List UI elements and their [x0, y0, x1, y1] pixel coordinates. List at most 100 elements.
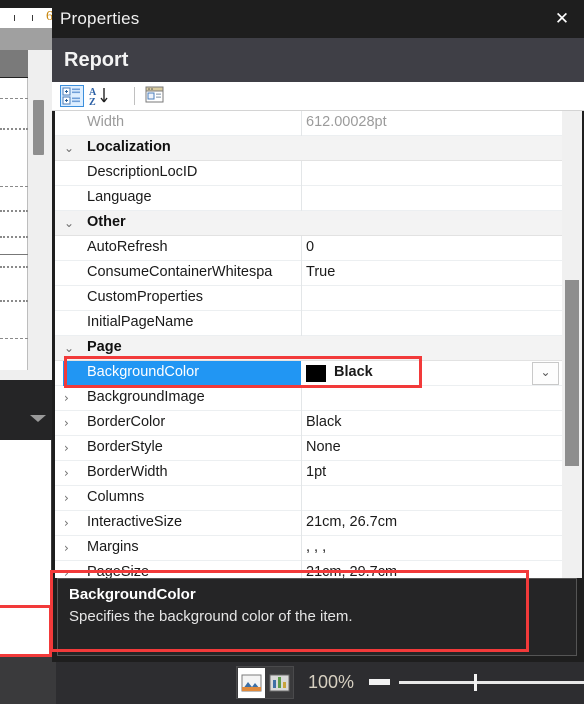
property-name: Other	[87, 214, 126, 230]
property-row[interactable]: InitialPageName	[55, 311, 565, 336]
property-category-row[interactable]: ⌄ Other	[55, 211, 565, 236]
column-divider[interactable]	[301, 386, 302, 411]
column-divider[interactable]	[301, 461, 302, 486]
column-divider[interactable]	[301, 486, 302, 511]
column-divider[interactable]	[301, 561, 302, 578]
property-category-row[interactable]: ⌄ Localization	[55, 136, 565, 161]
property-value[interactable]: 1pt	[306, 464, 556, 480]
column-divider[interactable]	[301, 286, 302, 311]
expand-icon[interactable]: ›	[64, 441, 69, 456]
layout-guide	[0, 254, 28, 255]
report-designer-canvas: 6	[0, 0, 56, 704]
property-value[interactable]: 0	[306, 239, 556, 255]
close-icon[interactable]: ✕	[550, 8, 574, 30]
ruler-tick	[14, 15, 15, 21]
horizontal-ruler: 6	[0, 8, 56, 28]
print-layout-view-icon[interactable]	[238, 668, 265, 698]
column-divider[interactable]	[301, 511, 302, 536]
layout-guide	[0, 98, 28, 99]
zoom-slider-handle[interactable]	[474, 674, 477, 691]
designer-lower-pane	[0, 440, 52, 656]
panel-titlebar: Properties ✕	[52, 0, 584, 38]
property-name: BackgroundImage	[87, 389, 205, 405]
property-category-row[interactable]: ⌄ Page	[55, 336, 565, 361]
app-root: 6 Properties ✕ Report A Z Width 612.0002…	[0, 0, 584, 704]
property-name: Columns	[87, 489, 145, 505]
description-title: BackgroundColor	[69, 586, 196, 603]
property-row[interactable]: BackgroundColor Black ⌄	[55, 361, 565, 386]
canvas-scrollbar-thumb[interactable]	[33, 100, 44, 155]
report-page	[0, 50, 28, 370]
selected-object-header: Report	[52, 38, 584, 82]
collapse-icon[interactable]: ⌄	[64, 141, 74, 156]
properties-panel: Properties ✕ Report A Z Width 612.00028p…	[52, 0, 584, 662]
property-pages-icon[interactable]	[144, 85, 168, 107]
value-dropdown-button[interactable]: ⌄	[532, 362, 559, 385]
ruler-tick	[32, 15, 33, 21]
property-value[interactable]: None	[306, 439, 556, 455]
column-divider[interactable]	[301, 436, 302, 461]
property-row[interactable]: › BorderStyle None	[55, 436, 565, 461]
expand-icon[interactable]: ›	[64, 516, 69, 531]
properties-toolbar: A Z	[52, 82, 584, 111]
column-divider[interactable]	[301, 236, 302, 261]
property-value[interactable]: True	[306, 264, 556, 280]
report-data-view-icon[interactable]	[266, 668, 293, 698]
property-row[interactable]: DescriptionLocID	[55, 161, 565, 186]
property-row[interactable]: Language	[55, 186, 565, 211]
collapse-icon[interactable]: ⌄	[64, 216, 74, 231]
expand-icon[interactable]: ›	[64, 416, 69, 431]
property-name: BackgroundColor	[87, 364, 200, 380]
column-divider[interactable]	[301, 161, 302, 186]
column-divider[interactable]	[301, 261, 302, 286]
property-value[interactable]: 21cm, 26.7cm	[306, 514, 556, 530]
property-name: AutoRefresh	[87, 239, 168, 255]
zoom-slider-track[interactable]	[399, 681, 584, 684]
property-name: InitialPageName	[87, 314, 194, 330]
chevron-down-icon[interactable]	[30, 415, 46, 422]
property-row[interactable]: › Columns	[55, 486, 565, 511]
property-name: BorderWidth	[87, 464, 168, 480]
expand-icon[interactable]: ›	[64, 466, 69, 481]
description-pane: BackgroundColor Specifies the background…	[57, 578, 577, 656]
expand-icon[interactable]: ›	[64, 541, 69, 556]
report-header-band	[0, 50, 28, 78]
property-row[interactable]: › Margins , , ,	[55, 536, 565, 561]
expand-icon[interactable]: ›	[64, 566, 69, 578]
column-divider[interactable]	[301, 411, 302, 436]
property-row[interactable]: ConsumeContainerWhitespa True	[55, 261, 565, 286]
zoom-level-label: 100%	[308, 672, 355, 692]
property-name: DescriptionLocID	[87, 164, 198, 180]
property-name: Localization	[87, 139, 171, 155]
expand-icon[interactable]: ›	[64, 391, 69, 406]
property-grid[interactable]: Width 612.00028pt ⌄ Localization Description…	[52, 111, 584, 578]
column-divider[interactable]	[301, 186, 302, 211]
property-row[interactable]: › InteractiveSize 21cm, 26.7cm	[55, 511, 565, 536]
property-row[interactable]: › BorderColor Black	[55, 411, 565, 436]
toolbar-separator	[134, 87, 135, 105]
property-row[interactable]: › BackgroundImage	[55, 386, 565, 411]
layout-guide	[0, 338, 28, 339]
alphabetical-sort-icon[interactable]: A Z	[88, 85, 112, 108]
property-row[interactable]: › BorderWidth 1pt	[55, 461, 565, 486]
property-value[interactable]: , , ,	[306, 539, 556, 555]
property-row[interactable]: Width 612.00028pt	[55, 111, 565, 136]
layout-guide	[0, 300, 28, 302]
property-row[interactable]: › PageSize 21cm, 29.7cm	[55, 561, 565, 578]
property-name: InteractiveSize	[87, 514, 183, 530]
property-value[interactable]: 21cm, 29.7cm	[306, 564, 556, 578]
property-row[interactable]: CustomProperties	[55, 286, 565, 311]
categorized-view-icon[interactable]	[60, 85, 84, 107]
collapse-icon[interactable]: ⌄	[64, 341, 74, 356]
expand-icon[interactable]: ›	[64, 491, 69, 506]
property-value[interactable]: Black	[306, 414, 556, 430]
column-divider[interactable]	[301, 311, 302, 336]
column-divider[interactable]	[301, 536, 302, 561]
zoom-out-button[interactable]	[369, 679, 390, 685]
layout-guide	[0, 210, 28, 212]
column-divider[interactable]	[301, 111, 302, 136]
property-value[interactable]: 612.00028pt	[306, 114, 556, 130]
grid-scrollbar-thumb[interactable]	[565, 280, 579, 466]
view-mode-group	[236, 666, 294, 699]
property-row[interactable]: AutoRefresh 0	[55, 236, 565, 261]
